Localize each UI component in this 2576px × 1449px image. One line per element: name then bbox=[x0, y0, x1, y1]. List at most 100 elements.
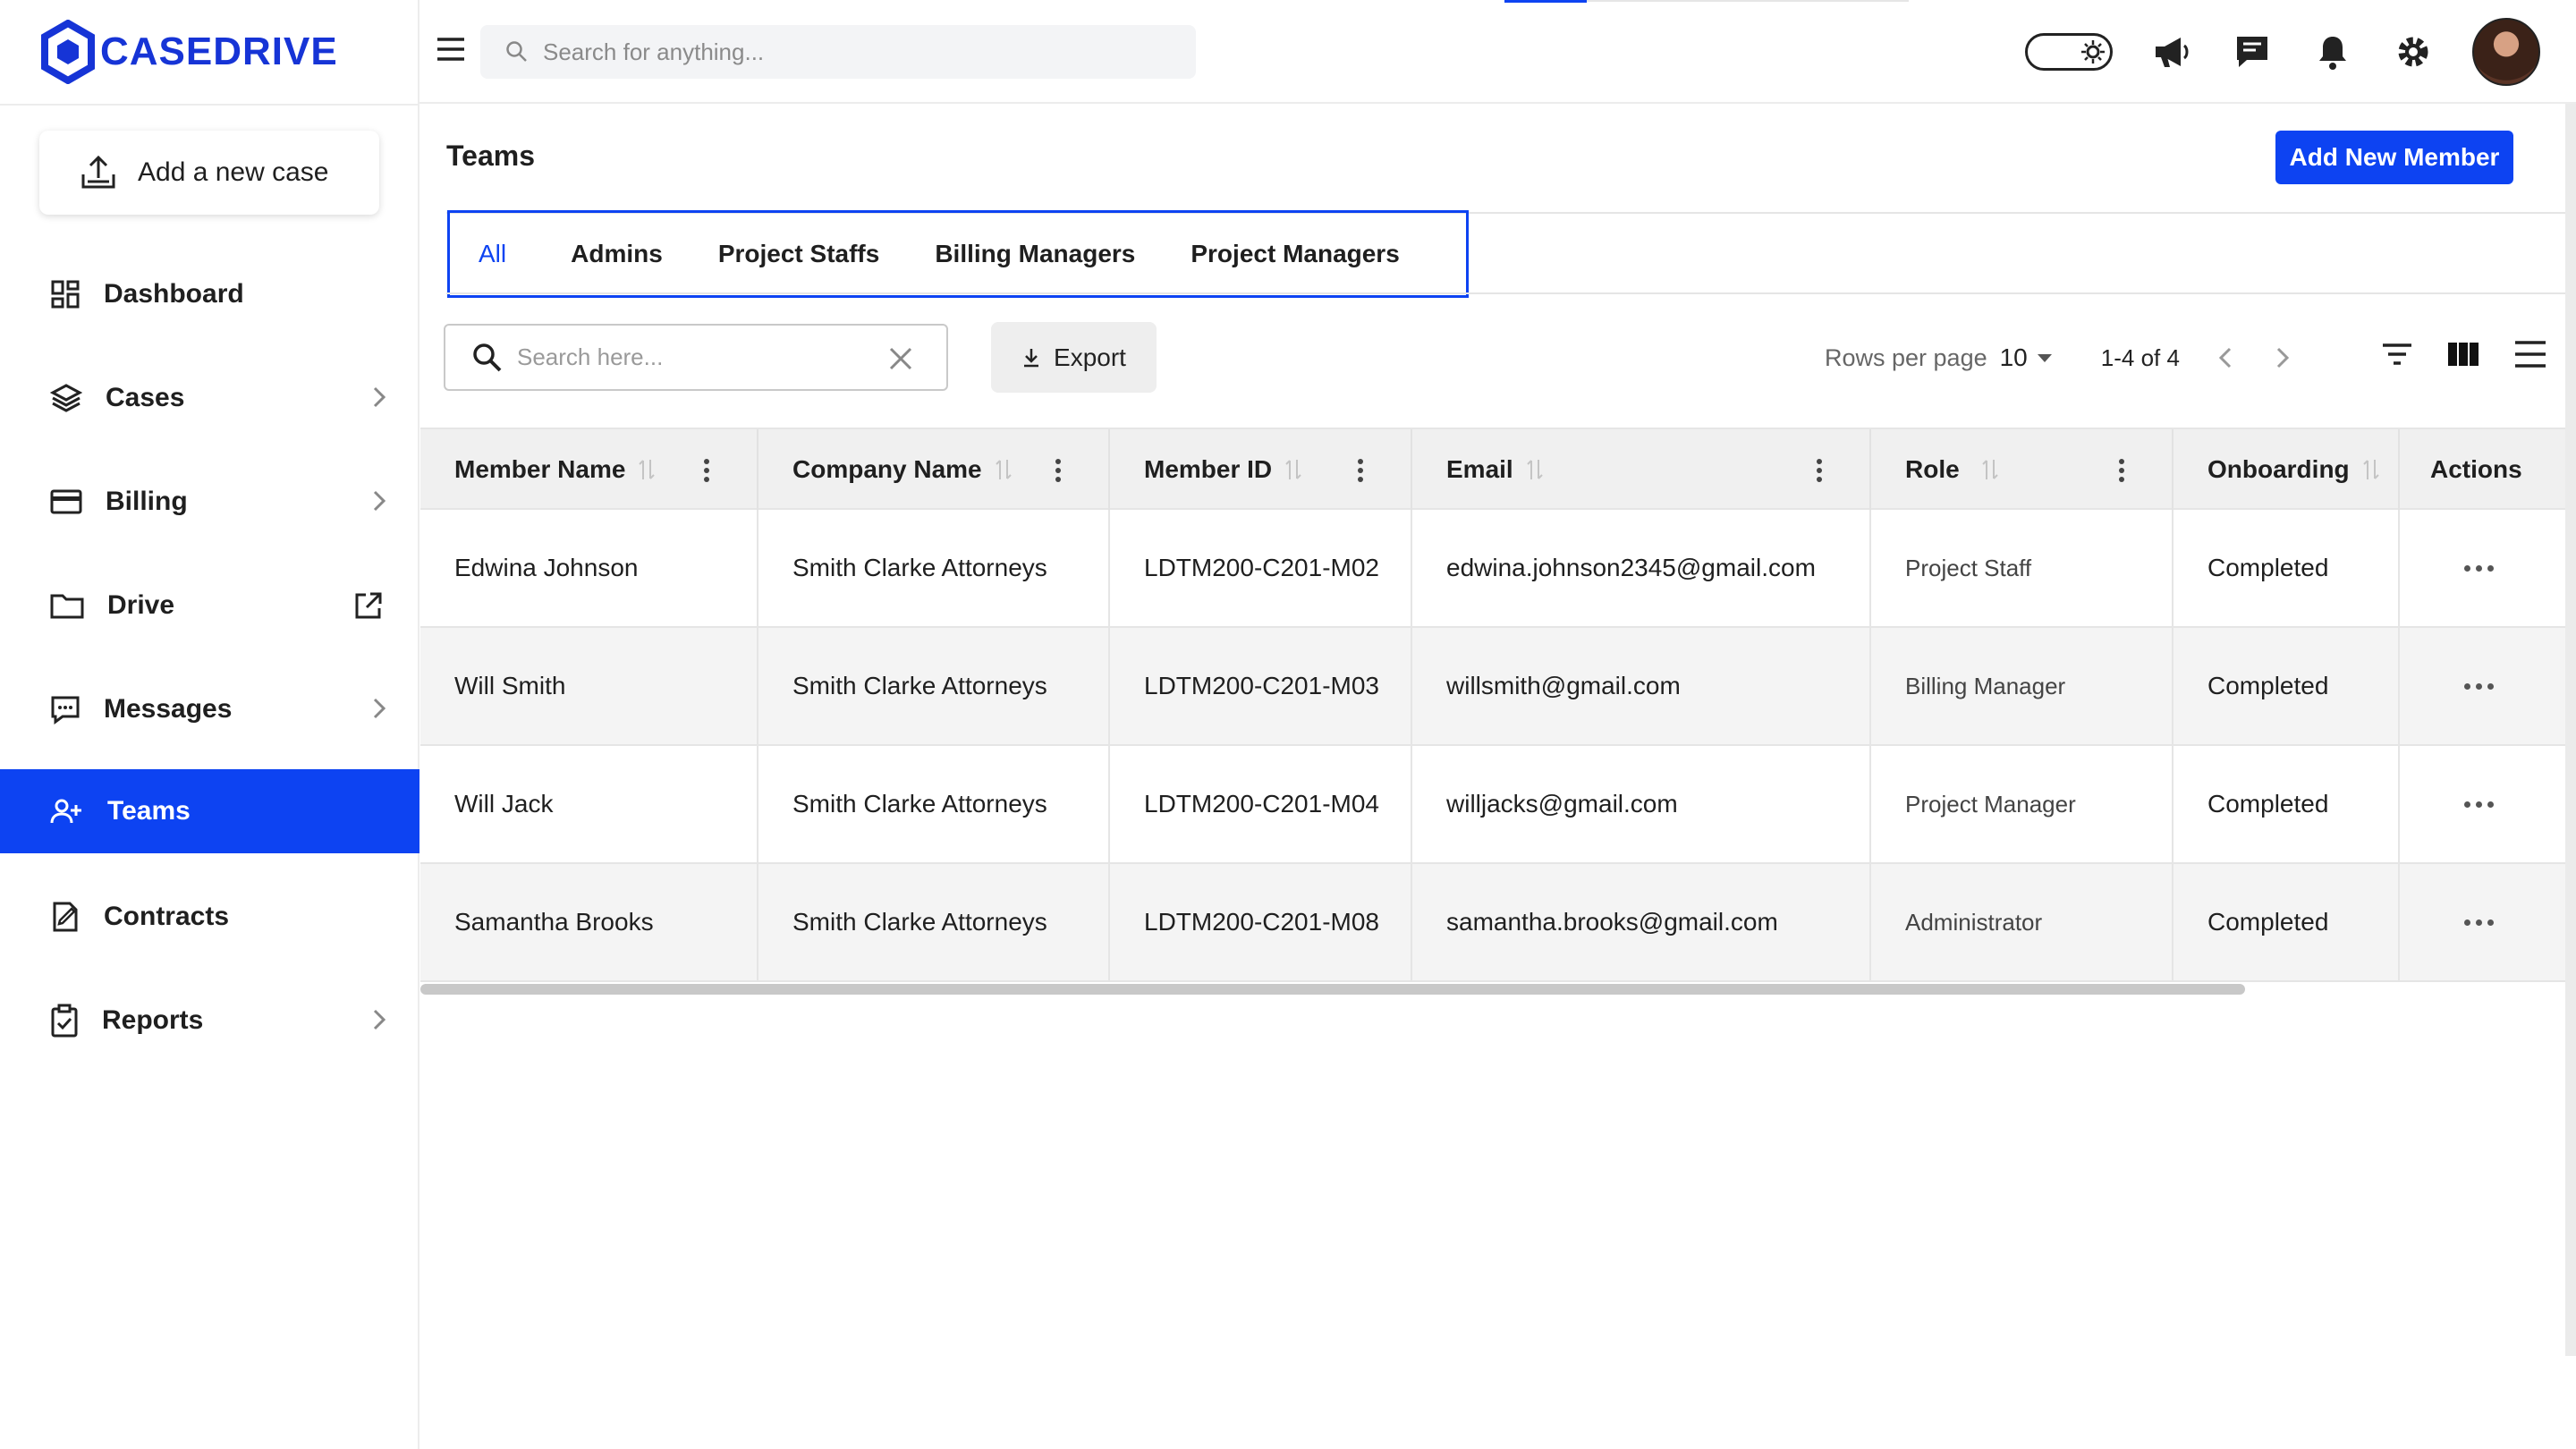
global-search[interactable] bbox=[480, 25, 1196, 79]
rows-per-page-label: Rows per page bbox=[1825, 343, 1987, 371]
sidebar: CASEDRIVE Add a new case Dashboard Cases… bbox=[0, 0, 419, 1449]
chevron-right-icon bbox=[373, 490, 386, 512]
message-icon bbox=[51, 696, 80, 724]
tab-all[interactable]: All bbox=[479, 240, 506, 268]
sidebar-item-label: Contracts bbox=[104, 902, 230, 931]
cell-role: Administrator bbox=[1871, 864, 2174, 980]
column-menu-icon[interactable] bbox=[1055, 458, 1062, 483]
column-header-email[interactable]: Email bbox=[1412, 429, 1871, 510]
cell-company-name: Smith Clarke Attorneys bbox=[758, 746, 1110, 862]
external-link-icon[interactable] bbox=[353, 590, 384, 621]
table-header: Member Name Company Name Member ID Email bbox=[420, 428, 2576, 510]
rows-per-page-select[interactable]: 10 bbox=[2000, 343, 2053, 372]
sidebar-item-contracts[interactable]: Contracts bbox=[0, 875, 419, 959]
announcements-button[interactable] bbox=[2150, 30, 2193, 73]
column-menu-icon[interactable] bbox=[1816, 458, 1823, 483]
table-row[interactable]: Will Smith Smith Clarke Attorneys LDTM20… bbox=[420, 628, 2576, 746]
hamburger-menu-button[interactable] bbox=[436, 36, 471, 68]
sidebar-item-label: Messages bbox=[104, 694, 233, 724]
sidebar-item-drive[interactable]: Drive bbox=[0, 564, 419, 648]
table-search[interactable] bbox=[444, 324, 948, 391]
download-icon bbox=[1024, 348, 1039, 367]
sidebar-item-billing[interactable]: Billing bbox=[0, 460, 419, 544]
cell-member-name: Will Jack bbox=[420, 746, 758, 862]
table-search-input[interactable] bbox=[517, 343, 875, 371]
chevron-right-icon[interactable] bbox=[2275, 345, 2291, 370]
global-search-input[interactable] bbox=[543, 38, 1169, 66]
sort-icon[interactable] bbox=[1284, 458, 1302, 481]
sun-icon bbox=[2081, 40, 2105, 64]
theme-toggle[interactable] bbox=[2025, 33, 2113, 71]
app-window: CASEDRIVE Add a new case Dashboard Cases… bbox=[0, 0, 2576, 1449]
table-row[interactable]: Samantha Brooks Smith Clarke Attorneys L… bbox=[420, 864, 2576, 982]
user-avatar[interactable] bbox=[2472, 18, 2540, 86]
column-header-company-name[interactable]: Company Name bbox=[758, 429, 1110, 510]
cell-actions bbox=[2400, 864, 2576, 980]
add-new-member-button[interactable]: Add New Member bbox=[2275, 131, 2513, 184]
caret-down-icon bbox=[2037, 354, 2052, 362]
settings-button[interactable] bbox=[2392, 30, 2435, 73]
top-bar bbox=[419, 0, 2576, 104]
divider bbox=[446, 292, 2576, 294]
divider bbox=[0, 104, 419, 106]
page-title: Teams bbox=[446, 140, 536, 172]
column-title: Member ID bbox=[1144, 455, 1273, 483]
table-row[interactable]: Will Jack Smith Clarke Attorneys LDTM200… bbox=[420, 746, 2576, 864]
row-actions-icon[interactable] bbox=[2464, 801, 2494, 808]
sidebar-item-cases[interactable]: Cases bbox=[0, 356, 419, 440]
sidebar-item-reports[interactable]: Reports bbox=[0, 979, 419, 1063]
vertical-scrollbar[interactable] bbox=[2565, 104, 2576, 1356]
horizontal-scrollbar[interactable] bbox=[420, 984, 2245, 995]
chevron-right-icon bbox=[373, 698, 386, 719]
search-icon bbox=[506, 41, 527, 62]
cell-actions bbox=[2400, 628, 2576, 744]
row-actions-icon[interactable] bbox=[2464, 682, 2494, 690]
hamburger-icon bbox=[437, 38, 464, 61]
column-header-role[interactable]: Role bbox=[1871, 429, 2174, 510]
tab-project-managers[interactable]: Project Managers bbox=[1191, 240, 1399, 268]
cell-actions bbox=[2400, 510, 2576, 626]
cell-email: willjacks@gmail.com bbox=[1412, 746, 1871, 862]
sidebar-item-messages[interactable]: Messages bbox=[0, 667, 419, 751]
column-menu-icon[interactable] bbox=[1357, 458, 1364, 483]
tab-project-staffs[interactable]: Project Staffs bbox=[718, 240, 880, 268]
chat-button[interactable] bbox=[2231, 30, 2274, 73]
chevron-left-icon[interactable] bbox=[2217, 345, 2233, 370]
cell-role: Project Manager bbox=[1871, 746, 2174, 862]
cell-member-id: LDTM200-C201-M04 bbox=[1110, 746, 1412, 862]
tab-billing-managers[interactable]: Billing Managers bbox=[935, 240, 1135, 268]
cell-company-name: Smith Clarke Attorneys bbox=[758, 628, 1110, 744]
gear-icon bbox=[2398, 37, 2428, 67]
sort-icon[interactable] bbox=[1981, 458, 1999, 481]
column-menu-icon[interactable] bbox=[703, 458, 710, 483]
sort-icon[interactable] bbox=[2362, 458, 2380, 481]
row-actions-icon[interactable] bbox=[2464, 919, 2494, 926]
cell-onboarding: Completed bbox=[2174, 864, 2400, 980]
column-menu-icon[interactable] bbox=[2118, 458, 2125, 483]
table-row[interactable]: Edwina Johnson Smith Clarke Attorneys LD… bbox=[420, 510, 2576, 628]
columns-icon[interactable] bbox=[2447, 342, 2479, 367]
bell-icon bbox=[2319, 37, 2346, 70]
filter-icon[interactable] bbox=[2381, 343, 2413, 366]
brand-logo[interactable]: CASEDRIVE bbox=[41, 18, 338, 86]
notifications-button[interactable] bbox=[2311, 30, 2354, 73]
add-new-case-label: Add a new case bbox=[138, 157, 329, 187]
add-new-case-button[interactable]: Add a new case bbox=[39, 131, 379, 215]
column-header-member-name[interactable]: Member Name bbox=[420, 429, 758, 510]
sidebar-item-teams[interactable]: Teams bbox=[0, 769, 419, 853]
cell-email: samantha.brooks@gmail.com bbox=[1412, 864, 1871, 980]
export-button[interactable]: Export bbox=[991, 322, 1157, 393]
sidebar-item-dashboard[interactable]: Dashboard bbox=[0, 252, 419, 336]
layers-icon bbox=[50, 384, 82, 412]
column-header-onboarding[interactable]: Onboarding bbox=[2174, 429, 2400, 510]
column-title: Role bbox=[1905, 455, 1960, 483]
clear-icon[interactable] bbox=[887, 345, 914, 372]
column-header-member-id[interactable]: Member ID bbox=[1110, 429, 1412, 510]
sidebar-item-label: Billing bbox=[106, 487, 188, 516]
sort-icon[interactable] bbox=[995, 458, 1013, 481]
tab-admins[interactable]: Admins bbox=[571, 240, 663, 268]
density-icon[interactable] bbox=[2513, 340, 2547, 369]
row-actions-icon[interactable] bbox=[2464, 564, 2494, 572]
sort-icon[interactable] bbox=[1526, 458, 1544, 481]
sort-icon[interactable] bbox=[638, 458, 656, 481]
